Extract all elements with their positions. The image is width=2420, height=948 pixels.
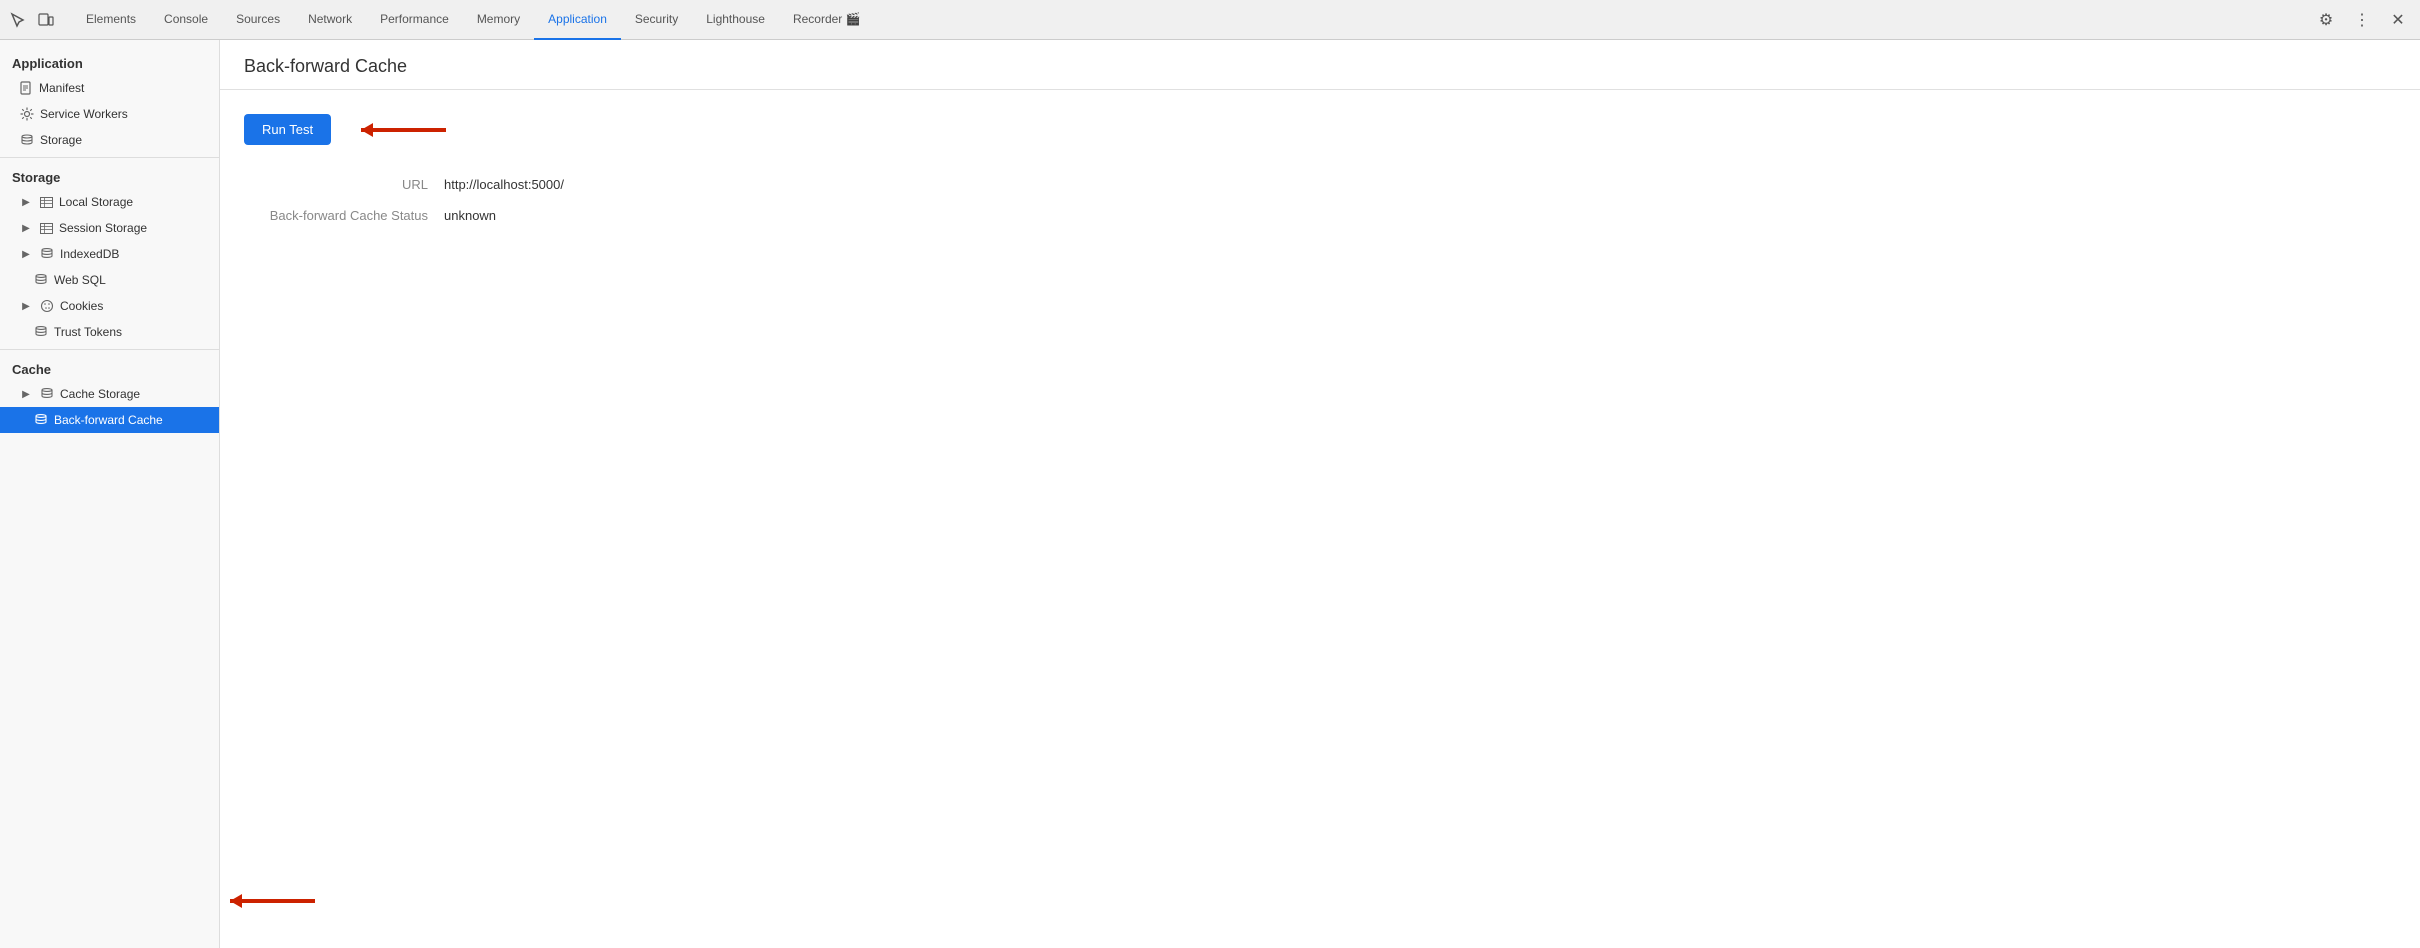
device-icon[interactable] [36,10,56,30]
run-test-button[interactable]: Run Test [244,114,331,145]
page-title: Back-forward Cache [244,56,2396,77]
url-label: URL [244,177,444,192]
sidebar-item-manifest-label: Manifest [39,81,84,95]
manifest-icon [20,81,33,95]
status-row: Back-forward Cache Status unknown [244,208,2396,223]
sidebar-item-indexed-db-label: IndexedDB [60,247,119,261]
sidebar-bottom-arrow [220,886,320,916]
web-sql-icon [34,273,48,287]
tab-list: Elements Console Sources Network Perform… [72,0,2312,40]
sidebar-item-service-workers-label: Service Workers [40,107,128,121]
status-label: Back-forward Cache Status [244,208,444,223]
main-layout: Application Manifest [0,40,2420,948]
sidebar-item-storage[interactable]: Storage [0,127,219,153]
sidebar: Application Manifest [0,40,220,948]
sidebar-item-local-storage-label: Local Storage [59,195,133,209]
tab-memory[interactable]: Memory [463,0,534,40]
sidebar-item-service-workers[interactable]: Service Workers [0,101,219,127]
sidebar-item-back-forward-cache[interactable]: Back-forward Cache [0,407,219,433]
cookies-icon [40,299,54,313]
url-row: URL http://localhost:5000/ [244,177,2396,192]
gear-icon [20,107,34,121]
more-options-icon[interactable]: ⋮ [2348,6,2376,34]
sidebar-item-trust-tokens[interactable]: Trust Tokens [0,319,219,345]
sidebar-section-cache: Cache [0,354,219,381]
sidebar-item-cache-storage[interactable]: ▶ Cache Storage [0,381,219,407]
url-value: http://localhost:5000/ [444,177,564,192]
sidebar-item-session-storage-label: Session Storage [59,221,147,235]
sidebar-item-manifest[interactable]: Manifest [0,75,219,101]
tab-lighthouse[interactable]: Lighthouse [692,0,779,40]
storage-icon [20,133,34,147]
cache-storage-icon [40,387,54,401]
expand-arrow-local-storage[interactable]: ▶ [20,196,32,208]
expand-arrow-cache-storage[interactable]: ▶ [20,388,32,400]
sidebar-divider-2 [0,349,219,350]
tab-performance[interactable]: Performance [366,0,463,40]
expand-arrow-cookies[interactable]: ▶ [20,300,32,312]
sidebar-item-session-storage[interactable]: ▶ Session Storage [0,215,219,241]
session-storage-icon [40,223,53,234]
sidebar-item-cookies[interactable]: ▶ Cookies [0,293,219,319]
sidebar-item-back-forward-cache-label: Back-forward Cache [54,413,163,427]
sidebar-section-application: Application [0,48,219,75]
expand-arrow-session-storage[interactable]: ▶ [20,222,32,234]
sidebar-divider-1 [0,157,219,158]
red-arrow-right [351,115,451,145]
indexed-db-icon [40,247,54,261]
tab-network[interactable]: Network [294,0,366,40]
sidebar-item-web-sql-label: Web SQL [54,273,106,287]
sidebar-item-indexed-db[interactable]: ▶ IndexedDB [0,241,219,267]
tab-bar: Elements Console Sources Network Perform… [0,0,2420,40]
tab-elements[interactable]: Elements [72,0,150,40]
sidebar-item-web-sql[interactable]: Web SQL [0,267,219,293]
settings-icon[interactable]: ⚙ [2312,6,2340,34]
local-storage-icon [40,197,53,208]
content-body: Run Test URL http://localhost:5000/ Back… [220,90,2420,263]
back-forward-cache-icon [34,413,48,427]
status-value: unknown [444,208,496,223]
sidebar-item-cookies-label: Cookies [60,299,103,313]
sidebar-item-storage-label: Storage [40,133,82,147]
sidebar-section-storage: Storage [0,162,219,189]
content-header: Back-forward Cache [220,40,2420,90]
sidebar-item-cache-storage-label: Cache Storage [60,387,140,401]
close-icon[interactable]: ✕ [2384,6,2412,34]
run-test-row: Run Test [244,114,2396,145]
tab-security[interactable]: Security [621,0,692,40]
trust-tokens-icon [34,325,48,339]
tab-sources[interactable]: Sources [222,0,294,40]
tab-application[interactable]: Application [534,0,621,40]
cursor-icon[interactable] [8,10,28,30]
sidebar-item-local-storage[interactable]: ▶ Local Storage [0,189,219,215]
content-area: Back-forward Cache Run Test URL http://l… [220,40,2420,948]
tab-recorder[interactable]: Recorder 🎬 [779,0,875,40]
sidebar-item-trust-tokens-label: Trust Tokens [54,325,122,339]
tab-console[interactable]: Console [150,0,222,40]
expand-arrow-indexed-db[interactable]: ▶ [20,248,32,260]
